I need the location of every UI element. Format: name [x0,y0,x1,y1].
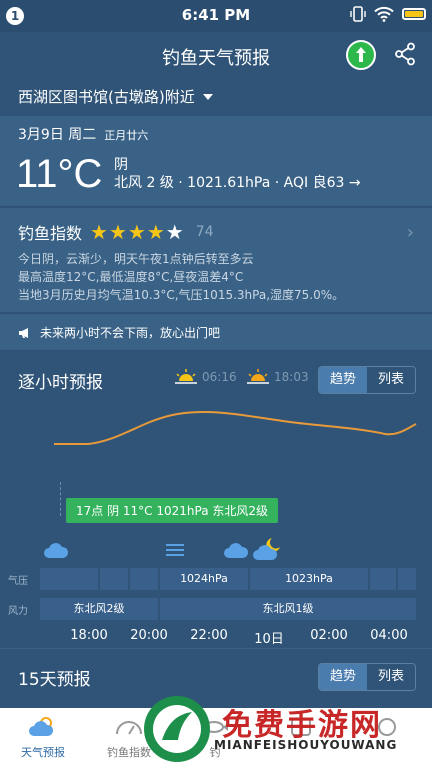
hour-label: 10日 [254,632,284,647]
haze-icon [166,544,184,556]
hour-label: 02:00 [310,628,348,643]
desc-line: 今日阴，云渐少，明天午夜1点钟后转至多云 [18,252,254,266]
star-empty-icon: ★ [165,220,184,244]
wind-row: 风力 东北风2级 东北风1级 [0,598,432,620]
daily-title: 15天预报 [18,670,91,690]
lunar-date: 正月廿六 [104,129,149,142]
tab-list[interactable]: 列表 [367,664,415,690]
cloudy-night-icon [253,538,280,560]
fishing-index-score: 74 [195,224,214,240]
star-filled-icon: ★ [146,220,165,244]
hour-tooltip: 17点 阴 11°C 1021hPa 东北风2级 [66,498,279,523]
desc-line: 最高温度12°C,最低温度8°C,昼夜温差4°C [18,270,244,284]
watermark-subtitle: MIANFEISHOUYOUWANG [214,738,398,752]
pressure-cell [370,568,396,590]
chevron-right-icon: › [406,222,414,243]
caret-down-icon [202,93,213,100]
hour-label: 22:00 [190,628,228,643]
star-filled-icon: ★ [90,220,108,244]
tab-trend[interactable]: 趋势 [319,664,367,690]
watermark-logo-icon [144,696,210,762]
site-watermark: 免费手游网 MIANFEISHOUYOUWANG [140,690,432,768]
wind-label: 风力 [8,606,28,617]
daily-view-toggle: 趋势 列表 [318,663,416,691]
sunset-icon [247,369,269,384]
cloud-icon [224,543,249,558]
megaphone-icon [19,327,28,338]
cloud-icon [44,543,69,558]
wifi-icon [374,6,394,22]
hour-label: 04:00 [370,628,408,643]
pressure-cell [398,568,416,590]
temperature-trend-curve [54,410,417,445]
pressure-cell: 1023hPa [250,568,368,590]
fishing-index-card[interactable]: 钓鱼指数 ★ ★ ★ ★ ★ 74 › 今日阴，云渐少，明天午夜1点钟后转至多云 最高温… [0,208,432,312]
fishing-index-header: 钓鱼指数 ★ ★ ★ ★ ★ 74 [18,220,214,244]
date-line: 3月9日 周二 正月廿六 [18,124,148,144]
wind-cell: 东北风2级 [40,598,158,620]
current-temperature: 11°C [16,152,103,196]
star-rating: ★ ★ ★ ★ ★ [90,222,184,242]
current-conditions[interactable]: 阴 北风 2 级 · 1021.61hPa · AQI 良63 → [114,156,361,192]
rain-alert: 未来两小时不会下雨，放心出门吧 [0,314,432,350]
hourly-title: 逐小时预报 [18,373,103,393]
date-text: 3月9日 周二 [18,127,97,143]
pressure-cell [40,568,98,590]
alert-text: 未来两小时不会下雨，放心出门吧 [40,326,221,340]
pressure-row: 气压 1024hPa 1023hPa [0,568,432,590]
app-header: 钓鱼天气预报 [0,32,432,78]
hourly-view-toggle: 趋势 列表 [318,366,416,394]
star-filled-icon: ★ [108,220,127,244]
status-bar: 1 6:41 PM [0,0,432,32]
condition-details: 北风 2 级 · 1021.61hPa · AQI 良63 → [114,175,361,191]
today-section: 3月9日 周二 正月廿六 11°C 阴 北风 2 级 · 1021.61hPa ·… [0,116,432,206]
tab-label: 天气预报 [21,746,65,759]
share-icon[interactable] [394,42,416,66]
pressure-cell [100,568,128,590]
sunset: 18:03 [246,368,309,386]
tab-trend[interactable]: 趋势 [319,367,367,393]
hourly-forecast: 逐小时预报 06:16 18:03 趋势 列表 17点 阴 11°C 1021h… [0,352,432,648]
battery-icon [402,8,426,20]
location-selector[interactable]: 西湖区图书馆(古墩路)附近 [18,86,213,107]
star-filled-icon: ★ [127,220,146,244]
sunrise-icon [175,369,197,384]
tab-list[interactable]: 列表 [367,367,415,393]
pressure-cell: 1024hPa [160,568,248,590]
desc-line: 当地3月历史月均气温10.3°C,气压1015.3hPa,湿度75.0%。 [18,288,345,302]
hour-label: 20:00 [130,628,168,643]
vibrate-icon [350,6,366,22]
status-icons [350,5,426,23]
tab-weather-forecast[interactable]: 天气预报 [0,714,86,760]
fishing-index-description: 今日阴，云渐少，明天午夜1点钟后转至多云 最高温度12°C,最低温度8°C,昼夜… [18,250,344,304]
sunrise: 06:16 [174,368,237,386]
wind-cell: 东北风1级 [160,598,416,620]
hour-label: 18:00 [70,628,108,643]
pressure-label: 气压 [8,576,28,587]
condition-text: 阴 [114,157,128,173]
tooltip-pointer [60,482,61,516]
sunset-time: 18:03 [274,370,309,384]
hourly-icons [0,536,432,566]
pressure-cell [130,568,158,590]
fishing-index-title: 钓鱼指数 [18,224,83,243]
sunrise-time: 06:16 [202,370,237,384]
route-sign-icon[interactable] [346,40,376,70]
location-label: 西湖区图书馆(古墩路)附近 [18,88,195,106]
weather-tab-icon [29,717,54,736]
